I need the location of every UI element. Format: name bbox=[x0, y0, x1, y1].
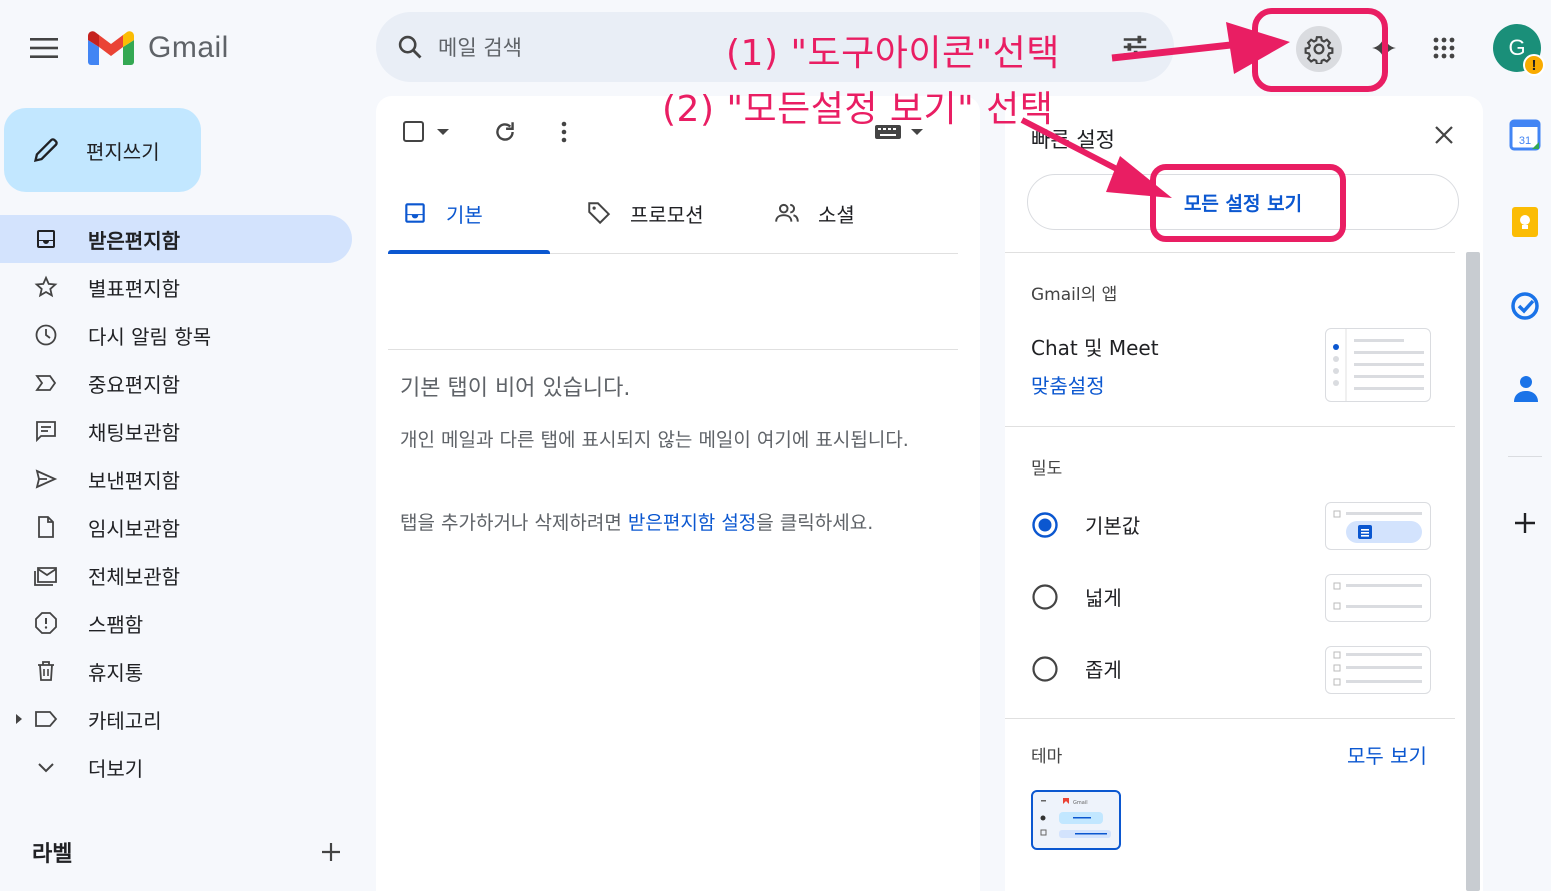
arrow-to-all-settings bbox=[1020, 117, 1172, 198]
annotation-arrows bbox=[1020, 22, 1290, 198]
arrow-to-gear bbox=[1111, 22, 1290, 74]
